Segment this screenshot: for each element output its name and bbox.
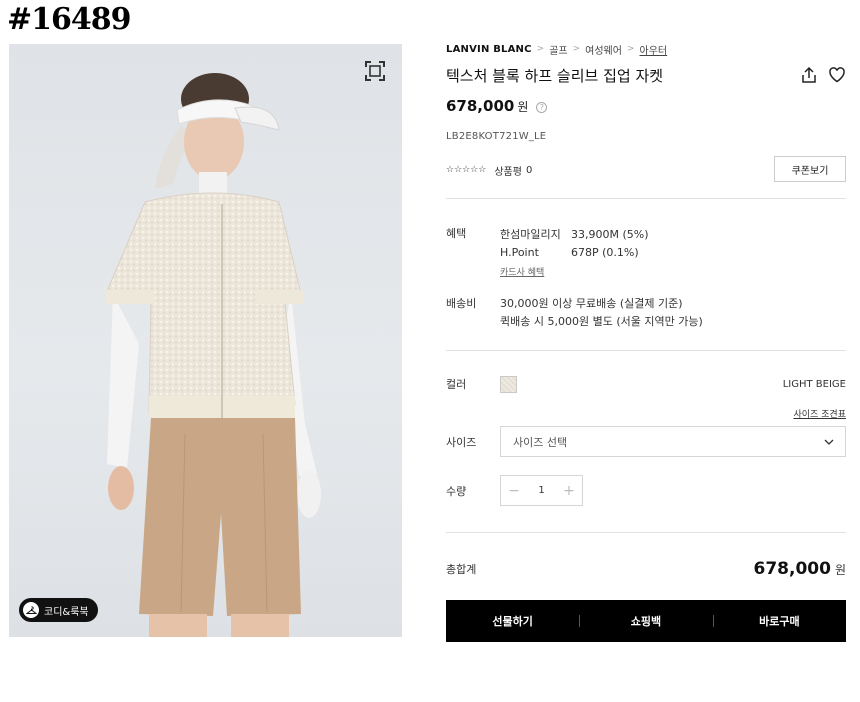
divider bbox=[446, 198, 846, 199]
rating-label[interactable]: 상품평 bbox=[494, 163, 522, 178]
chevron-down-icon bbox=[824, 439, 834, 445]
chevron-right-icon: > bbox=[536, 44, 545, 54]
rating-count: 0 bbox=[525, 164, 533, 176]
review-summary: ☆☆☆☆☆ 상품평 0 쿠폰보기 bbox=[446, 156, 846, 184]
shipping-line-2: 퀵배송 시 5,000원 별도 (서울 지역만 가능) bbox=[500, 315, 703, 328]
shipping-section: 배송비 30,000원 이상 무료배송 (실결제 기준) 퀵배송 시 5,000… bbox=[446, 295, 846, 331]
hpoint-name: H.Point bbox=[500, 245, 539, 259]
total-currency: 원 bbox=[834, 563, 846, 577]
hanger-icon bbox=[23, 602, 39, 618]
breadcrumb-item-outer[interactable]: 아우터 bbox=[640, 42, 668, 57]
breadcrumb-item-golf[interactable]: 골프 bbox=[549, 42, 567, 57]
color-swatch-light-beige[interactable] bbox=[500, 375, 517, 393]
size-select-placeholder: 사이즈 선택 bbox=[513, 435, 568, 449]
color-label: 컬러 bbox=[446, 378, 467, 391]
question-icon[interactable]: ? bbox=[536, 102, 548, 113]
quantity-minus-button[interactable]: − bbox=[501, 476, 527, 505]
action-bar: 선물하기 쇼핑백 바로구매 bbox=[446, 600, 846, 642]
breadcrumb-item-womens[interactable]: 여성웨어 bbox=[585, 42, 622, 57]
product-info-panel: LANVIN BLANC > 골프 > 여성웨어 > 아우터 텍스처 블록 하프… bbox=[446, 40, 846, 642]
quantity-plus-button[interactable]: + bbox=[556, 476, 582, 505]
total-price: 678,000 bbox=[753, 559, 831, 579]
quantity-value[interactable]: 1 bbox=[527, 485, 556, 496]
card-benefit-link[interactable]: 카드사 혜택 bbox=[500, 265, 544, 278]
quantity-label: 수량 bbox=[446, 484, 467, 498]
breadcrumb: LANVIN BLANC > 골프 > 여성웨어 > 아우터 bbox=[446, 40, 846, 58]
quantity-stepper: − 1 + bbox=[500, 475, 583, 506]
hpoint-value: 678P (0.1%) bbox=[571, 245, 639, 259]
coupon-button[interactable]: 쿠폰보기 bbox=[774, 156, 846, 182]
benefit-label: 혜택 bbox=[446, 227, 467, 240]
coordi-lookbook-button[interactable]: 코디&룩북 bbox=[19, 598, 98, 622]
heart-icon[interactable] bbox=[828, 66, 846, 84]
mileage-name: 한섬마일리지 bbox=[500, 228, 561, 241]
size-option: 사이즈 사이즈 선택 bbox=[446, 426, 846, 457]
shipping-label: 배송비 bbox=[446, 297, 477, 310]
rating-stars: ☆☆☆☆☆ bbox=[446, 165, 487, 175]
post-id-watermark: #16489 bbox=[7, 2, 132, 37]
breadcrumb-brand[interactable]: LANVIN BLANC bbox=[446, 44, 532, 55]
size-guide-link[interactable]: 사이즈 조견표 bbox=[446, 407, 846, 420]
benefit-section: 혜택 한섬마일리지 33,900M (5%) H.Point 678P (0.1… bbox=[446, 225, 846, 278]
fullscreen-icon[interactable] bbox=[364, 60, 386, 82]
total-row: 총합계 678,000 원 bbox=[446, 554, 846, 584]
quantity-option: 수량 − 1 + bbox=[446, 475, 846, 506]
divider bbox=[446, 350, 846, 351]
shopping-bag-button[interactable]: 쇼핑백 bbox=[579, 600, 712, 642]
price: 678,000 원 ? bbox=[446, 97, 846, 121]
shipping-line-1: 30,000원 이상 무료배송 (실결제 기준) bbox=[500, 297, 683, 310]
selected-color-name: LIGHT BEIGE bbox=[782, 378, 846, 390]
mileage-value: 33,900M (5%) bbox=[571, 227, 649, 241]
coordi-label: 코디&룩북 bbox=[44, 606, 89, 618]
chevron-right-icon: > bbox=[572, 44, 581, 54]
share-icon[interactable] bbox=[800, 66, 818, 84]
color-option: 컬러 LIGHT BEIGE bbox=[446, 373, 846, 395]
divider bbox=[446, 532, 846, 533]
product-image[interactable]: 코디&룩북 bbox=[9, 44, 402, 637]
gift-button[interactable]: 선물하기 bbox=[446, 600, 579, 642]
product-sku: LB2E8KOT721W_LE bbox=[446, 131, 547, 142]
size-select[interactable]: 사이즈 선택 bbox=[500, 426, 846, 457]
price-value: 678,000 bbox=[446, 97, 515, 115]
total-label: 총합계 bbox=[446, 563, 477, 576]
model-photo bbox=[104, 73, 321, 637]
product-title: 텍스처 블록 하프 슬리브 집업 자켓 bbox=[446, 67, 664, 85]
chevron-right-icon: > bbox=[626, 44, 635, 54]
buy-now-button[interactable]: 바로구매 bbox=[712, 600, 846, 642]
size-label: 사이즈 bbox=[446, 435, 477, 449]
price-currency: 원 bbox=[517, 100, 529, 114]
